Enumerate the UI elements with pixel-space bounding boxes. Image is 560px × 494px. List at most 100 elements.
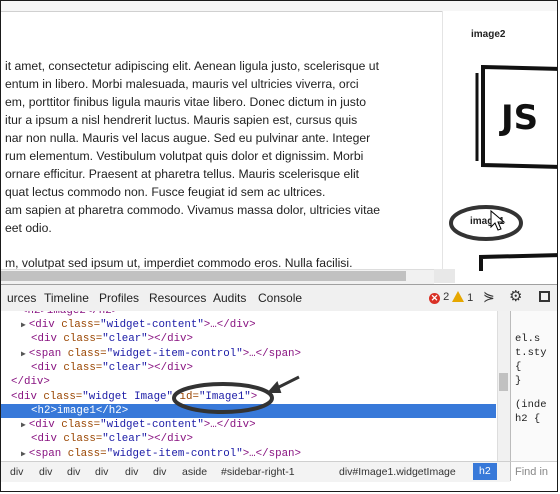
article-body: it amet, consectetur adipiscing elit. Ae… — [5, 57, 405, 272]
next-image-partial — [479, 253, 557, 271]
article-line: ornare efficitur. Praesent at pharetra t… — [5, 167, 360, 181]
breadcrumb-item[interactable]: aside — [182, 466, 207, 478]
js-logo-text: JS — [499, 98, 538, 138]
elements-scrollbar-thumb[interactable] — [499, 373, 508, 391]
dom-line[interactable]: <div class="clear"></div> — [1, 432, 496, 446]
tab-profiles[interactable]: Profiles — [99, 291, 139, 305]
dom-line[interactable]: ▶ <span class="widget-item-control">…</sp… — [1, 447, 496, 461]
styles-pane: el.s t.sty {} (inde h2 { — [510, 311, 557, 461]
dom-tag-open: <div — [28, 319, 62, 331]
dom-tag-open: <h2> — [31, 404, 57, 417]
breadcrumb-item[interactable]: div — [125, 466, 138, 478]
breadcrumb-item[interactable]: div#Image1.widgetImage — [339, 466, 456, 478]
dom-attr: class= — [63, 361, 103, 374]
expand-arrow-icon[interactable]: ▶ — [21, 321, 26, 330]
breadcrumb-item[interactable]: div — [67, 466, 80, 478]
dom-value: "clear" — [102, 433, 148, 446]
settings-gear-icon[interactable]: ⚙ — [509, 287, 522, 305]
dom-tag-open: <div — [28, 419, 62, 432]
dom-tag-open: <div — [11, 390, 44, 403]
article-line: quat lectus commodo non. Fusce feugiat i… — [5, 185, 326, 199]
article-line: eet odio. — [5, 221, 52, 235]
style-rule-line: (inde — [515, 399, 547, 411]
dom-line-selected[interactable]: <h2>image1</h2> — [1, 403, 496, 418]
warning-count: 1 — [467, 292, 474, 304]
warning-icon — [452, 291, 464, 302]
dom-value: "widget-item-control" — [106, 347, 243, 360]
tab-sources[interactable]: urces — [7, 291, 36, 305]
scroll-corner — [434, 269, 455, 283]
dom-line[interactable]: <div class="clear"></div> — [1, 332, 496, 346]
find-input[interactable]: Find in — [510, 461, 557, 481]
breadcrumb-item[interactable]: div — [10, 466, 23, 478]
dom-attr2: id= — [179, 390, 199, 403]
dom-value: "widget-content" — [100, 419, 204, 432]
warning-indicator[interactable]: 1 — [452, 291, 473, 304]
article-line: it amet, consectetur adipiscing elit. Ae… — [5, 59, 379, 73]
dom-rest: >…</span> — [242, 447, 302, 460]
style-rule-line: t.sty — [515, 347, 547, 359]
breadcrumb-item[interactable]: div — [95, 466, 108, 478]
error-indicator[interactable]: ✕ 2 — [429, 291, 449, 304]
dom-rest: ></div> — [147, 333, 194, 346]
dom-rest: >…</div> — [203, 419, 256, 432]
dom-line[interactable]: ▶ <div class="widget-content">…</div> — [1, 418, 496, 432]
article-line: itur a ipsum a nisl hendrerit luctus. Ma… — [5, 113, 358, 127]
article-line: entum in libero. Morbi malesuada, mauris… — [5, 77, 359, 91]
dom-line[interactable]: <div class="widget Image" id="Image1"> — [1, 390, 496, 404]
dom-tag-open: <span — [28, 447, 68, 460]
article-line: nar non nulla. Mauris vel lacus augue. S… — [5, 131, 371, 145]
dock-side-icon[interactable] — [539, 291, 550, 302]
dom-breadcrumb: div div div div div div aside #sidebar-right-1 d… — [1, 461, 510, 482]
article-line: rum elementum. Vestibulum volutpat quis … — [5, 149, 364, 163]
dom-attr: class= — [63, 433, 103, 446]
dom-tag-open: <div — [31, 433, 64, 446]
breadcrumb-item[interactable]: h2 — [473, 463, 497, 480]
dom-rest: ></div> — [147, 433, 194, 446]
dom-value: "clear" — [102, 361, 148, 374]
dom-tag-open: <div — [31, 361, 64, 374]
breadcrumb-item[interactable]: div — [39, 466, 52, 478]
expand-arrow-icon[interactable]: ▶ — [21, 350, 26, 359]
dom-line[interactable]: ▶ <span class="widget-item-control">…</sp… — [1, 347, 496, 361]
dom-value2: "Image1" — [198, 390, 251, 403]
style-rule-line: { — [515, 361, 522, 373]
dom-rest: ></div> — [147, 361, 194, 374]
breadcrumb-item[interactable]: #sidebar-right-1 — [221, 466, 295, 478]
dom-value: "clear" — [102, 333, 148, 346]
dom-rest: > — [250, 390, 258, 403]
breadcrumb-item[interactable]: div — [153, 466, 166, 478]
image2-widget-title: image2 — [471, 29, 506, 40]
dom-attr: class= — [61, 319, 101, 331]
dom-text: image1 — [56, 404, 96, 417]
tab-timeline[interactable]: Timeline — [44, 291, 89, 305]
devtools-tab-bar: urces Timeline Profiles Resources Audits… — [1, 284, 557, 312]
dom-line[interactable]: <div class="clear"></div> — [1, 361, 496, 375]
error-icon: ✕ — [429, 293, 440, 304]
dom-line[interactable]: ▶ <div class="widget-content">…</div> — [1, 318, 496, 332]
dom-value: "widget Image" — [82, 390, 180, 403]
article-line: am sapien at pharetra commodo. Vivamus m… — [5, 203, 381, 217]
dom-rest: </h2> — [95, 404, 129, 417]
style-rule-line: h2 { — [515, 413, 541, 425]
dom-tag-open: </div> — [11, 376, 50, 389]
tab-resources[interactable]: Resources — [149, 291, 206, 305]
expand-arrow-icon[interactable]: ▶ — [21, 421, 26, 430]
dom-attr: class= — [61, 419, 101, 432]
dom-value: "widget-content" — [100, 319, 204, 331]
dom-line[interactable]: </div> — [1, 375, 496, 389]
image1-widget-title: image1 — [470, 216, 505, 227]
expand-arrow-icon[interactable]: ▶ — [21, 450, 26, 459]
dom-line-partial[interactable]: <h2>image2</h2> — [21, 311, 510, 318]
tab-console[interactable]: Console — [258, 291, 302, 305]
error-count: 2 — [443, 291, 450, 303]
console-drawer-icon[interactable]: ⋟ — [483, 288, 495, 305]
dom-tag-open: <div — [31, 333, 64, 346]
dom-attr: class= — [63, 333, 103, 346]
tab-audits[interactable]: Audits — [213, 291, 246, 305]
dom-attr: class= — [67, 447, 107, 460]
dom-attr: class= — [67, 347, 107, 360]
horizontal-scrollbar-thumb[interactable] — [1, 271, 406, 281]
elements-panel: <h2>image2</h2> ▶ <div class="widget-conte… — [1, 311, 510, 461]
js-logo-image[interactable]: JS — [463, 49, 558, 189]
